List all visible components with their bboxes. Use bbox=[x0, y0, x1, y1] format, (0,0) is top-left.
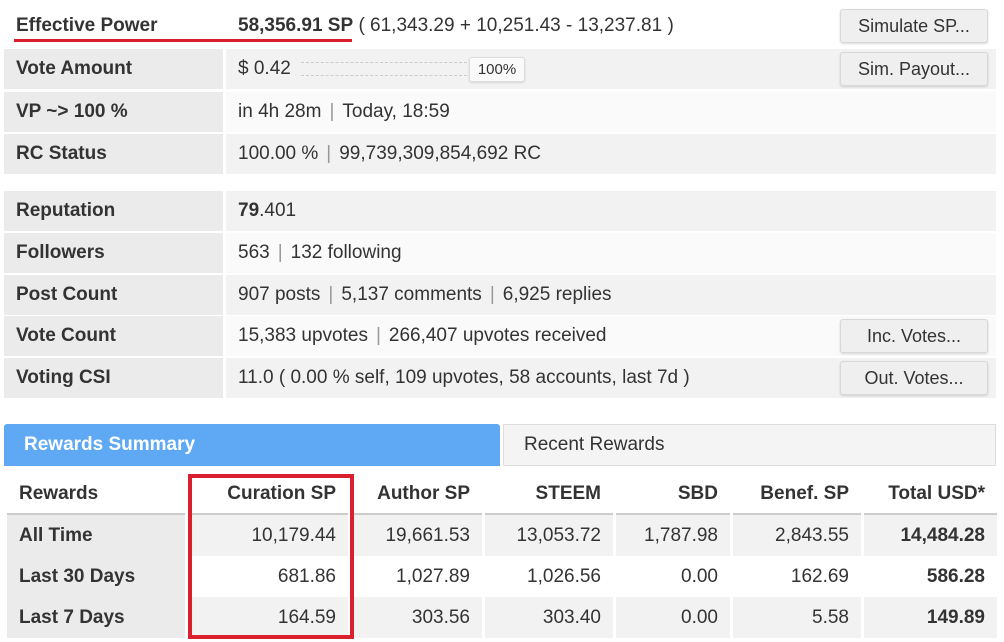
followers-value-cell: 563 | 132 following bbox=[226, 233, 996, 273]
simulate-sp-button[interactable]: Simulate SP... bbox=[840, 9, 988, 43]
header-benef-sp: Benef. SP bbox=[733, 474, 861, 515]
header-total-usd: Total USD* bbox=[864, 474, 997, 515]
header-curation-sp: Curation SP bbox=[188, 474, 348, 515]
vote-amount-label: Vote Amount bbox=[4, 49, 223, 89]
posts-count: 907 posts bbox=[238, 284, 321, 305]
vote-amount-value: $ 0.42 bbox=[238, 58, 291, 79]
reputation-int: 79 bbox=[238, 200, 260, 221]
header-author-sp: Author SP bbox=[351, 474, 482, 515]
steem-cell: 303.40 bbox=[485, 597, 613, 638]
total-usd-cell: 14,484.28 bbox=[864, 515, 997, 556]
curation-sp-cell: 164.59 bbox=[188, 597, 348, 638]
vp-label: VP ~> 100 % bbox=[4, 92, 223, 132]
author-sp-cell: 19,661.53 bbox=[351, 515, 482, 556]
vp-when: Today, 18:59 bbox=[342, 101, 450, 122]
curation-sp-cell: 10,179.44 bbox=[188, 515, 348, 556]
benef-sp-cell: 5.58 bbox=[733, 597, 861, 638]
vote-count-label: Vote Count bbox=[4, 316, 223, 356]
reputation-row: Reputation 79.401 bbox=[4, 191, 996, 231]
vote-weight-percent: 100% bbox=[468, 56, 526, 82]
followers-count: 563 bbox=[238, 242, 270, 263]
post-count-row: Post Count 907 posts | 5,137 comments | 6,92… bbox=[4, 275, 996, 315]
benef-sp-cell: 162.69 bbox=[790, 565, 849, 587]
header-rewards: Rewards bbox=[7, 474, 185, 515]
vp-value-cell: in 4h 28m | Today, 18:59 bbox=[226, 92, 996, 132]
effective-power-value: 58,356.91 SP bbox=[238, 15, 354, 36]
sim-payout-button[interactable]: Sim. Payout... bbox=[840, 52, 988, 86]
rc-row: RC Status 100.00 % | 99,739,309,854,692 RC bbox=[4, 134, 996, 174]
following-count: 132 following bbox=[290, 242, 402, 263]
rc-amount: 99,739,309,854,692 RC bbox=[339, 143, 542, 164]
outgoing-votes-button[interactable]: Out. Votes... bbox=[840, 361, 988, 395]
total-usd-cell: 149.89 bbox=[864, 597, 997, 638]
post-count-value-cell: 907 posts | 5,137 comments | 6,925 replies bbox=[226, 275, 996, 315]
row-label: All Time bbox=[7, 515, 185, 556]
upvotes-count: 15,383 upvotes bbox=[238, 325, 368, 346]
rc-value-cell: 100.00 % | 99,739,309,854,692 RC bbox=[226, 134, 996, 174]
effective-power-breakdown: ( 61,343.29 + 10,251.43 - 13,237.81 ) bbox=[358, 15, 674, 36]
tab-rewards-summary[interactable]: Rewards Summary bbox=[4, 424, 500, 466]
benef-sp-cell: 2,843.55 bbox=[733, 515, 861, 556]
rc-percent: 100.00 % bbox=[238, 143, 319, 164]
voting-csi-label: Voting CSI bbox=[4, 358, 223, 398]
steem-cell: 13,053.72 bbox=[485, 515, 613, 556]
incoming-votes-button[interactable]: Inc. Votes... bbox=[840, 319, 988, 353]
total-usd-cell: 586.28 bbox=[926, 565, 985, 587]
rewards-table: Rewards Curation SP Author SP STEEM SBD … bbox=[4, 474, 1000, 638]
vp-row: VP ~> 100 % in 4h 28m | Today, 18:59 bbox=[4, 92, 996, 132]
steem-cell: 1,026.56 bbox=[527, 565, 601, 587]
reputation-dec: .401 bbox=[259, 200, 297, 221]
row-label: Last 7 Days bbox=[7, 597, 185, 638]
post-count-label: Post Count bbox=[4, 275, 223, 315]
reputation-label: Reputation bbox=[4, 191, 223, 231]
upvotes-received: 266,407 upvotes received bbox=[388, 325, 607, 346]
rc-label: RC Status bbox=[4, 134, 223, 174]
table-row: Last 7 Days 164.59 303.56 303.40 0.00 5.… bbox=[7, 597, 997, 638]
vote-amount-row: Vote Amount $ 0.42 100% Sim. Payout... bbox=[4, 49, 996, 89]
followers-label: Followers bbox=[4, 233, 223, 273]
row-label: Last 30 Days bbox=[7, 556, 185, 597]
sbd-cell: 0.00 bbox=[616, 597, 730, 638]
comments-count: 5,137 comments bbox=[341, 284, 482, 305]
vp-time: in 4h 28m bbox=[238, 101, 322, 122]
sbd-cell: 1,787.98 bbox=[616, 515, 730, 556]
tab-recent-rewards[interactable]: Recent Rewards bbox=[503, 424, 996, 466]
rewards-header-row: Rewards Curation SP Author SP STEEM SBD … bbox=[7, 474, 997, 515]
sbd-cell: 0.00 bbox=[681, 565, 718, 587]
rewards-tabs: Rewards Summary Recent Rewards bbox=[4, 424, 996, 466]
voting-csi-row: Voting CSI 11.0 ( 0.00 % self, 109 upvot… bbox=[4, 358, 996, 398]
table-row: Last 30 Days 681.86 1,027.89 1,026.56 0.… bbox=[7, 556, 997, 597]
replies-count: 6,925 replies bbox=[502, 284, 612, 305]
curation-sp-cell: 681.86 bbox=[277, 565, 336, 587]
vote-weight-slider[interactable] bbox=[300, 62, 467, 76]
author-sp-cell: 1,027.89 bbox=[396, 565, 470, 587]
vote-count-row: Vote Count 15,383 upvotes | 266,407 upvote… bbox=[4, 316, 996, 356]
reputation-value-cell: 79.401 bbox=[226, 191, 996, 231]
effective-power-underline bbox=[14, 39, 352, 42]
table-row: All Time 10,179.44 19,661.53 13,053.72 1… bbox=[7, 515, 997, 556]
header-sbd: SBD bbox=[616, 474, 730, 515]
followers-row: Followers 563 | 132 following bbox=[4, 233, 996, 273]
author-sp-cell: 303.56 bbox=[351, 597, 482, 638]
header-steem: STEEM bbox=[485, 474, 613, 515]
